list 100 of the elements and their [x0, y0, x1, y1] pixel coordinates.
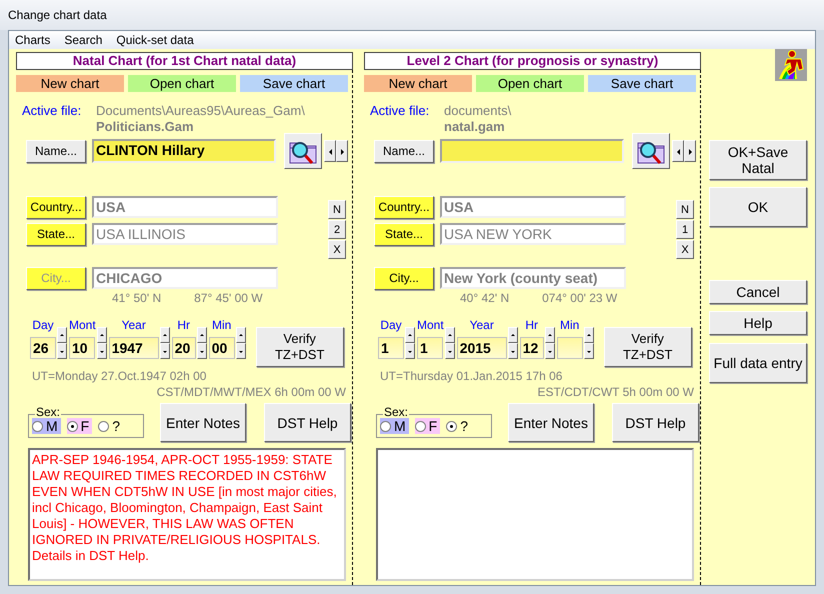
previous-button[interactable]	[672, 140, 684, 162]
menu-item[interactable]: Quick-set data	[116, 33, 194, 47]
month-field[interactable]: 10	[69, 337, 95, 359]
file-button[interactable]: Save chart	[588, 75, 696, 92]
panel-title: Level 2 Chart (for prognosis or synastry)	[364, 52, 701, 70]
country-field[interactable]: USA	[440, 196, 626, 218]
spin-down-button[interactable]	[57, 343, 67, 359]
country-field[interactable]: USA	[92, 196, 278, 218]
radio-option[interactable]: ?	[98, 418, 124, 434]
year-field[interactable]: 1947	[108, 337, 159, 359]
field-label: Hr	[177, 318, 190, 332]
dst-help-button[interactable]: DST Help	[612, 403, 699, 442]
file-name: Politicians.Gam	[96, 119, 195, 135]
spin-up-button[interactable]	[405, 327, 415, 343]
action-button[interactable]: Full data entry	[709, 343, 807, 383]
side-button[interactable]: 2	[328, 220, 346, 239]
field-label: Day	[380, 318, 402, 332]
file-button[interactable]: New chart	[364, 75, 472, 92]
state-button[interactable]: State...	[374, 222, 434, 246]
spin-down-button[interactable]	[236, 343, 246, 359]
action-button[interactable]: Cancel	[709, 280, 807, 304]
spin-down-button[interactable]	[508, 343, 518, 359]
state-field[interactable]: USA NEW YORK	[440, 223, 626, 245]
spin-up-button[interactable]	[96, 327, 107, 343]
spin-down-button[interactable]	[544, 343, 555, 359]
spin-up-button[interactable]	[508, 327, 518, 343]
spin-down-button[interactable]	[584, 343, 594, 359]
hour-field[interactable]: 20	[172, 337, 196, 359]
ut-text: UT=Monday 27.Oct.1947 02h 00	[32, 369, 208, 383]
group-label: Sex:	[383, 406, 410, 418]
ut-text: UT=Thursday 01.Jan.2015 17h 06	[380, 369, 564, 383]
spin-up-button[interactable]	[544, 327, 555, 343]
radio-option[interactable]: F	[414, 418, 440, 434]
name-button[interactable]: Name...	[374, 140, 434, 162]
country-button[interactable]: Country...	[374, 196, 434, 218]
file-button[interactable]: Open chart	[476, 75, 584, 92]
spin-down-button[interactable]	[160, 343, 170, 359]
notes-field[interactable]	[376, 448, 694, 581]
action-button[interactable]: OK	[709, 187, 807, 227]
spin-up-button[interactable]	[444, 327, 455, 343]
enter-notes-button[interactable]: Enter Notes	[508, 403, 594, 442]
spin-up-button[interactable]	[236, 327, 246, 343]
previous-button[interactable]	[324, 140, 336, 162]
action-button[interactable]: OK+Save Natal	[709, 140, 807, 180]
file-name: natal.gam	[444, 119, 506, 135]
dst-help-button[interactable]: DST Help	[264, 403, 351, 442]
side-button[interactable]: N	[328, 200, 346, 219]
file-button[interactable]: New chart	[16, 75, 124, 92]
latitude-text: 40° 42' N	[460, 291, 510, 305]
file-button[interactable]: Open chart	[128, 75, 236, 92]
day-field[interactable]: 26	[30, 337, 56, 359]
notes-field[interactable]: APR-SEP 1946-1954, APR-OCT 1955-1959: STATE LAW REQUIRED TIMES RECORDED IN CST6hW EVEN WHEN CDT5hW IN USE [in most major cities, incl Chicago, Bloomington, Champaign, East Saint Louis] - HOWEVER, THIS LAW WAS OFTEN IGNORED IN PRIVATE/RELIGIOUS HOSPITALS. Details in DST Help.	[28, 448, 346, 581]
name-field[interactable]: CLINTON Hillary	[92, 139, 276, 163]
field-label: Mont	[417, 318, 444, 332]
spin-up-button[interactable]	[160, 327, 170, 343]
hour-field[interactable]: 12	[520, 337, 544, 359]
verify-button[interactable]: Verify TZ+DST	[604, 327, 692, 367]
day-field[interactable]: 1	[378, 337, 404, 359]
name-field[interactable]	[440, 139, 624, 163]
spin-down-button[interactable]	[196, 343, 207, 359]
spin-down-button[interactable]	[96, 343, 107, 359]
action-button[interactable]: Help	[709, 311, 807, 335]
state-field[interactable]: USA ILLINOIS	[92, 223, 278, 245]
side-button[interactable]: 1	[676, 220, 694, 239]
city-button[interactable]: City...	[374, 266, 434, 290]
next-button[interactable]	[684, 140, 696, 162]
active-file-label: Active file:	[22, 103, 82, 120]
next-button[interactable]	[336, 140, 348, 162]
field-label: Year	[470, 318, 494, 332]
spin-down-button[interactable]	[444, 343, 455, 359]
radio-option[interactable]: M	[380, 418, 409, 434]
enter-notes-button[interactable]: Enter Notes	[160, 403, 246, 442]
side-button[interactable]: X	[328, 240, 346, 259]
spin-up-button[interactable]	[57, 327, 67, 343]
menu-item[interactable]: Search	[64, 33, 102, 47]
verify-button[interactable]: Verify TZ+DST	[256, 327, 344, 367]
month-field[interactable]: 1	[417, 337, 443, 359]
file-button[interactable]: Save chart	[240, 75, 348, 92]
spin-up-button[interactable]	[196, 327, 207, 343]
side-button[interactable]: X	[676, 240, 694, 259]
city-field[interactable]: New York (county seat)	[440, 267, 626, 289]
name-button[interactable]: Name...	[26, 140, 86, 162]
spin-up-button[interactable]	[584, 327, 594, 343]
city-field[interactable]: CHICAGO	[92, 267, 278, 289]
active-file-label: Active file:	[370, 103, 430, 120]
spin-down-button[interactable]	[405, 343, 415, 359]
radio-option[interactable]: F	[66, 418, 92, 434]
search-button[interactable]	[632, 133, 670, 169]
menu-item[interactable]: Charts	[15, 33, 50, 47]
minute-field[interactable]	[556, 337, 583, 359]
side-button[interactable]: N	[676, 200, 694, 219]
state-button[interactable]: State...	[26, 222, 86, 246]
country-button[interactable]: Country...	[26, 196, 86, 218]
search-button[interactable]	[284, 133, 322, 169]
longitude-text: 87° 45' 00 W	[194, 291, 263, 305]
minute-field[interactable]: 00	[208, 337, 235, 359]
field-label: Hr	[525, 318, 538, 332]
radio-option[interactable]: ?	[446, 418, 472, 434]
year-field[interactable]: 2015	[456, 337, 507, 359]
radio-option[interactable]: M	[32, 418, 61, 434]
